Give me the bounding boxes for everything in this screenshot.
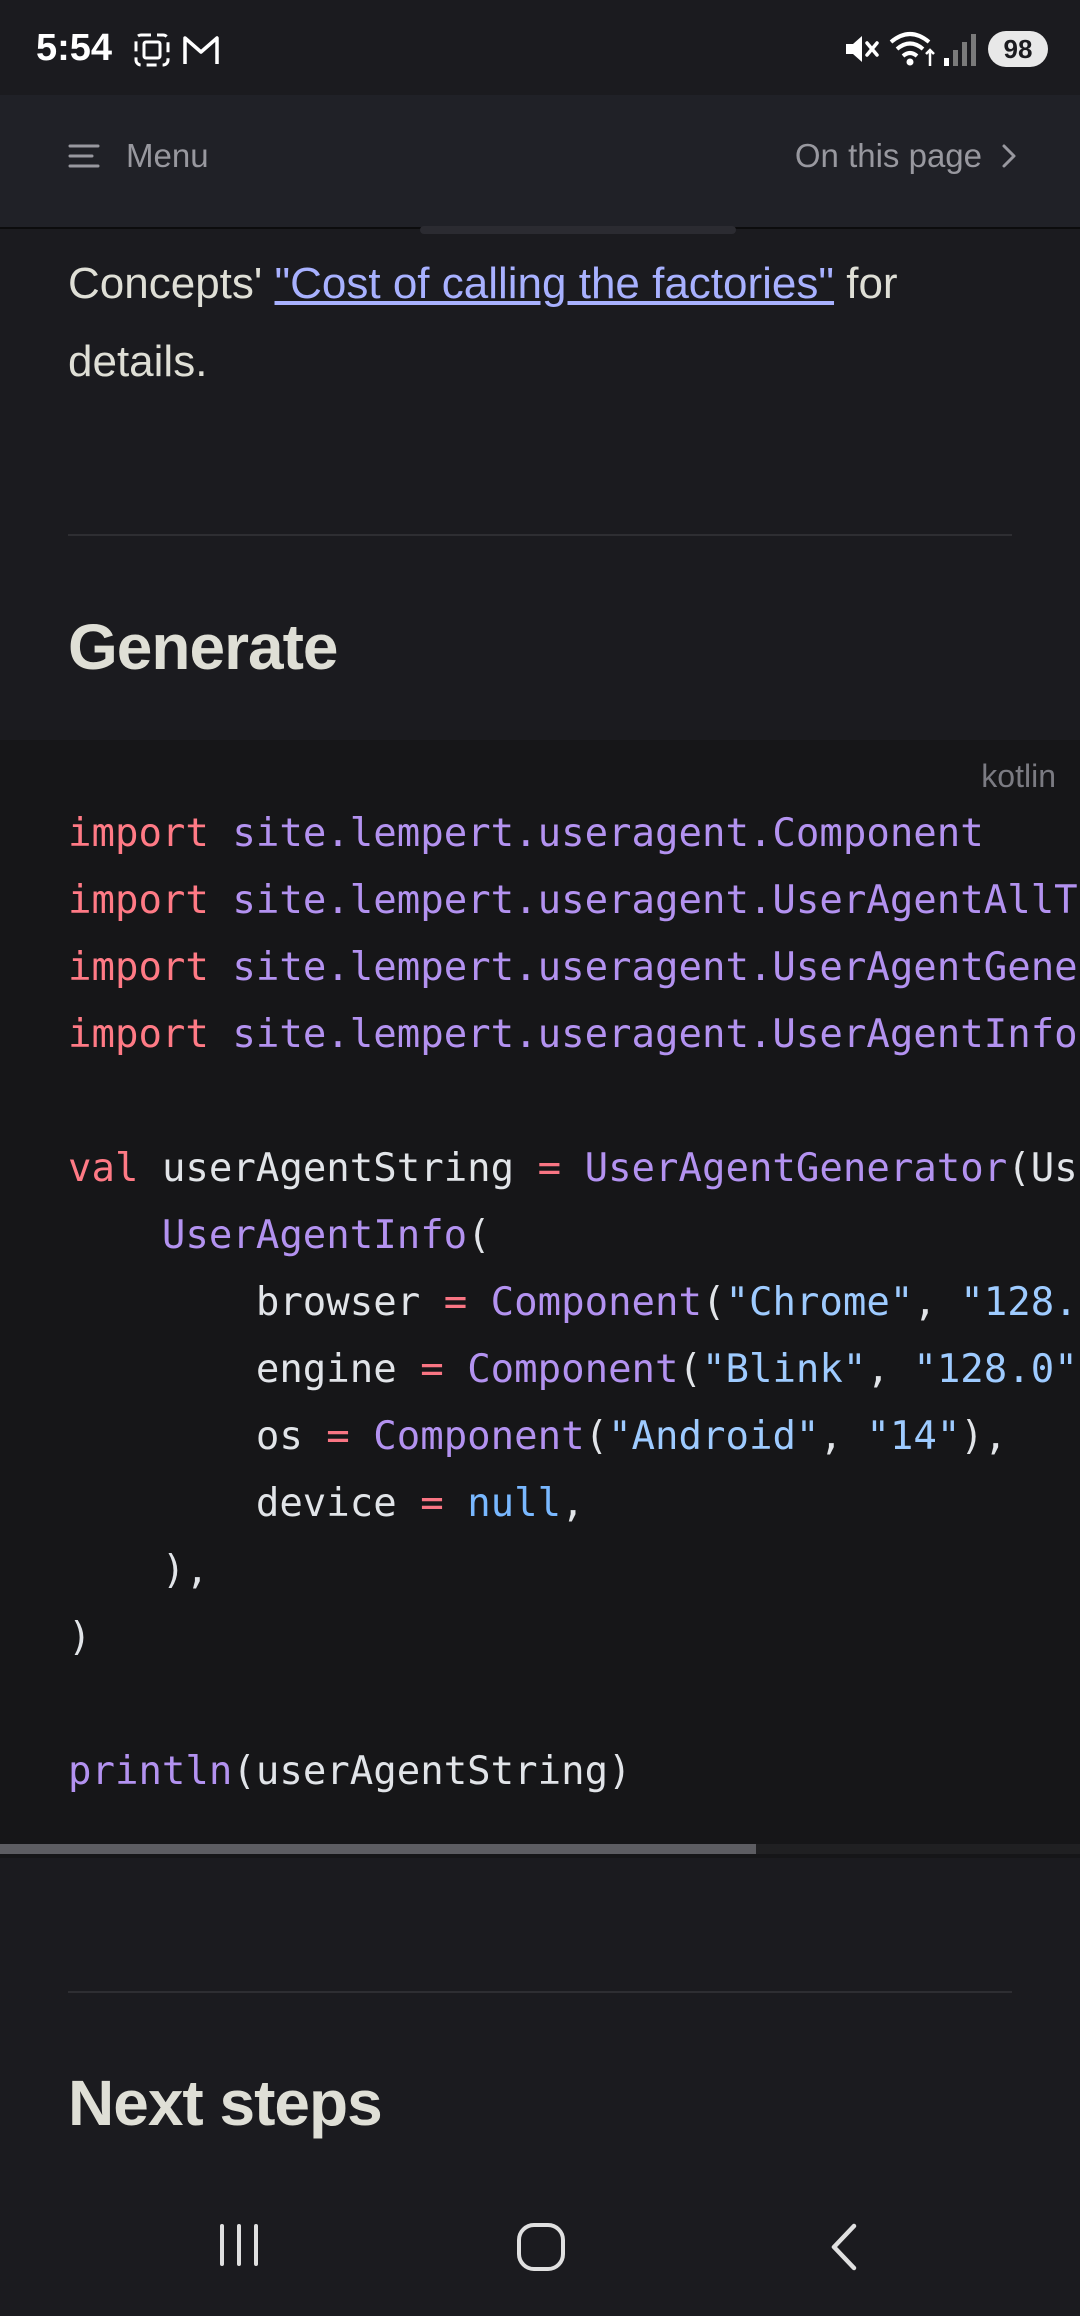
code-token: "128.	[960, 1280, 1078, 1325]
intro-paragraph: Concepts' "Cost of calling the factories…	[68, 245, 1018, 401]
code-token: import	[68, 878, 209, 923]
code-token: Component	[467, 1347, 679, 1392]
system-nav-bar	[0, 2186, 1080, 2316]
code-token: browser	[255, 1280, 421, 1325]
code-token: import	[68, 1012, 209, 1057]
code-block[interactable]: kotlin import site.lempert.useragent.Com…	[0, 740, 1080, 1858]
code-token: engine	[255, 1347, 397, 1392]
code-token: site.lempert.useragent.Component	[232, 811, 984, 856]
on-this-page-button[interactable]: On this page	[795, 137, 1018, 175]
screenshot-icon	[134, 33, 170, 67]
code-token: site.lempert.useragent.UserAgentInfo	[232, 1012, 1078, 1057]
signal-icon	[944, 34, 976, 66]
mute-icon	[846, 36, 879, 62]
heading-generate: Generate	[68, 611, 338, 683]
chevron-right-icon	[1002, 144, 1016, 168]
code-content: import site.lempert.useragent.Component …	[68, 811, 1078, 1794]
code-token: UserAgentInfo	[161, 1213, 468, 1258]
code-token: device	[255, 1481, 397, 1526]
battery-level: 98	[988, 31, 1048, 67]
back-icon[interactable]	[820, 2220, 870, 2274]
status-time: 5:54	[36, 27, 113, 69]
code-token: =	[326, 1414, 350, 1459]
code-token: =	[537, 1146, 562, 1191]
menu-label: Menu	[126, 137, 209, 174]
menu-button[interactable]: Menu	[68, 137, 209, 175]
code-token: "Android"	[608, 1414, 820, 1459]
code-token: userAgentString	[161, 1146, 515, 1191]
code-token: site.lempert.useragent.UserAgentAllT	[232, 878, 1078, 923]
scroll-handle	[420, 226, 736, 234]
section-divider	[68, 534, 1012, 536]
recents-icon[interactable]	[214, 2220, 264, 2270]
code-language-label: kotlin	[981, 758, 1056, 794]
top-nav: Menu On this page	[0, 95, 1080, 229]
code-token: os	[255, 1414, 303, 1459]
code-token: "14"	[866, 1414, 961, 1459]
section-divider	[68, 1991, 1012, 1993]
menu-icon	[68, 144, 100, 168]
code-scrollbar-thumb[interactable]	[0, 1844, 756, 1854]
code-token: (userAgentString)	[232, 1749, 632, 1794]
code-token: import	[68, 811, 209, 856]
status-right-icons: 98	[842, 30, 1048, 68]
code-token: "Chrome"	[725, 1280, 914, 1325]
code-scrollbar[interactable]	[0, 1844, 1080, 1854]
on-this-page-label: On this page	[794, 137, 982, 174]
code-token: =	[420, 1347, 444, 1392]
code-token: UserAgentGenerator	[584, 1146, 1008, 1191]
wifi-icon	[889, 32, 935, 66]
intro-prefix: Concepts'	[68, 259, 275, 308]
code-token: import	[68, 945, 209, 990]
code-token: val	[68, 1146, 139, 1191]
code-token: "Blink"	[702, 1347, 867, 1392]
code-token: null	[467, 1481, 562, 1526]
cost-of-calling-link[interactable]: "Cost of calling the factories"	[275, 259, 835, 308]
code-token: site.lempert.useragent.UserAgentGene	[232, 945, 1078, 990]
status-bar: 5:54 98	[0, 0, 1080, 95]
gmail-icon	[183, 36, 220, 64]
code-token: println	[68, 1749, 233, 1794]
code-token: Component	[373, 1414, 585, 1459]
code-token: (Us	[1007, 1146, 1078, 1191]
heading-next-steps: Next steps	[68, 2067, 383, 2139]
home-icon[interactable]	[514, 2220, 568, 2274]
code-token: "128.0"	[913, 1347, 1078, 1392]
code-token: =	[420, 1481, 444, 1526]
status-left-icons	[133, 32, 221, 73]
code-token: Component	[490, 1280, 702, 1325]
code-token: =	[443, 1280, 468, 1325]
